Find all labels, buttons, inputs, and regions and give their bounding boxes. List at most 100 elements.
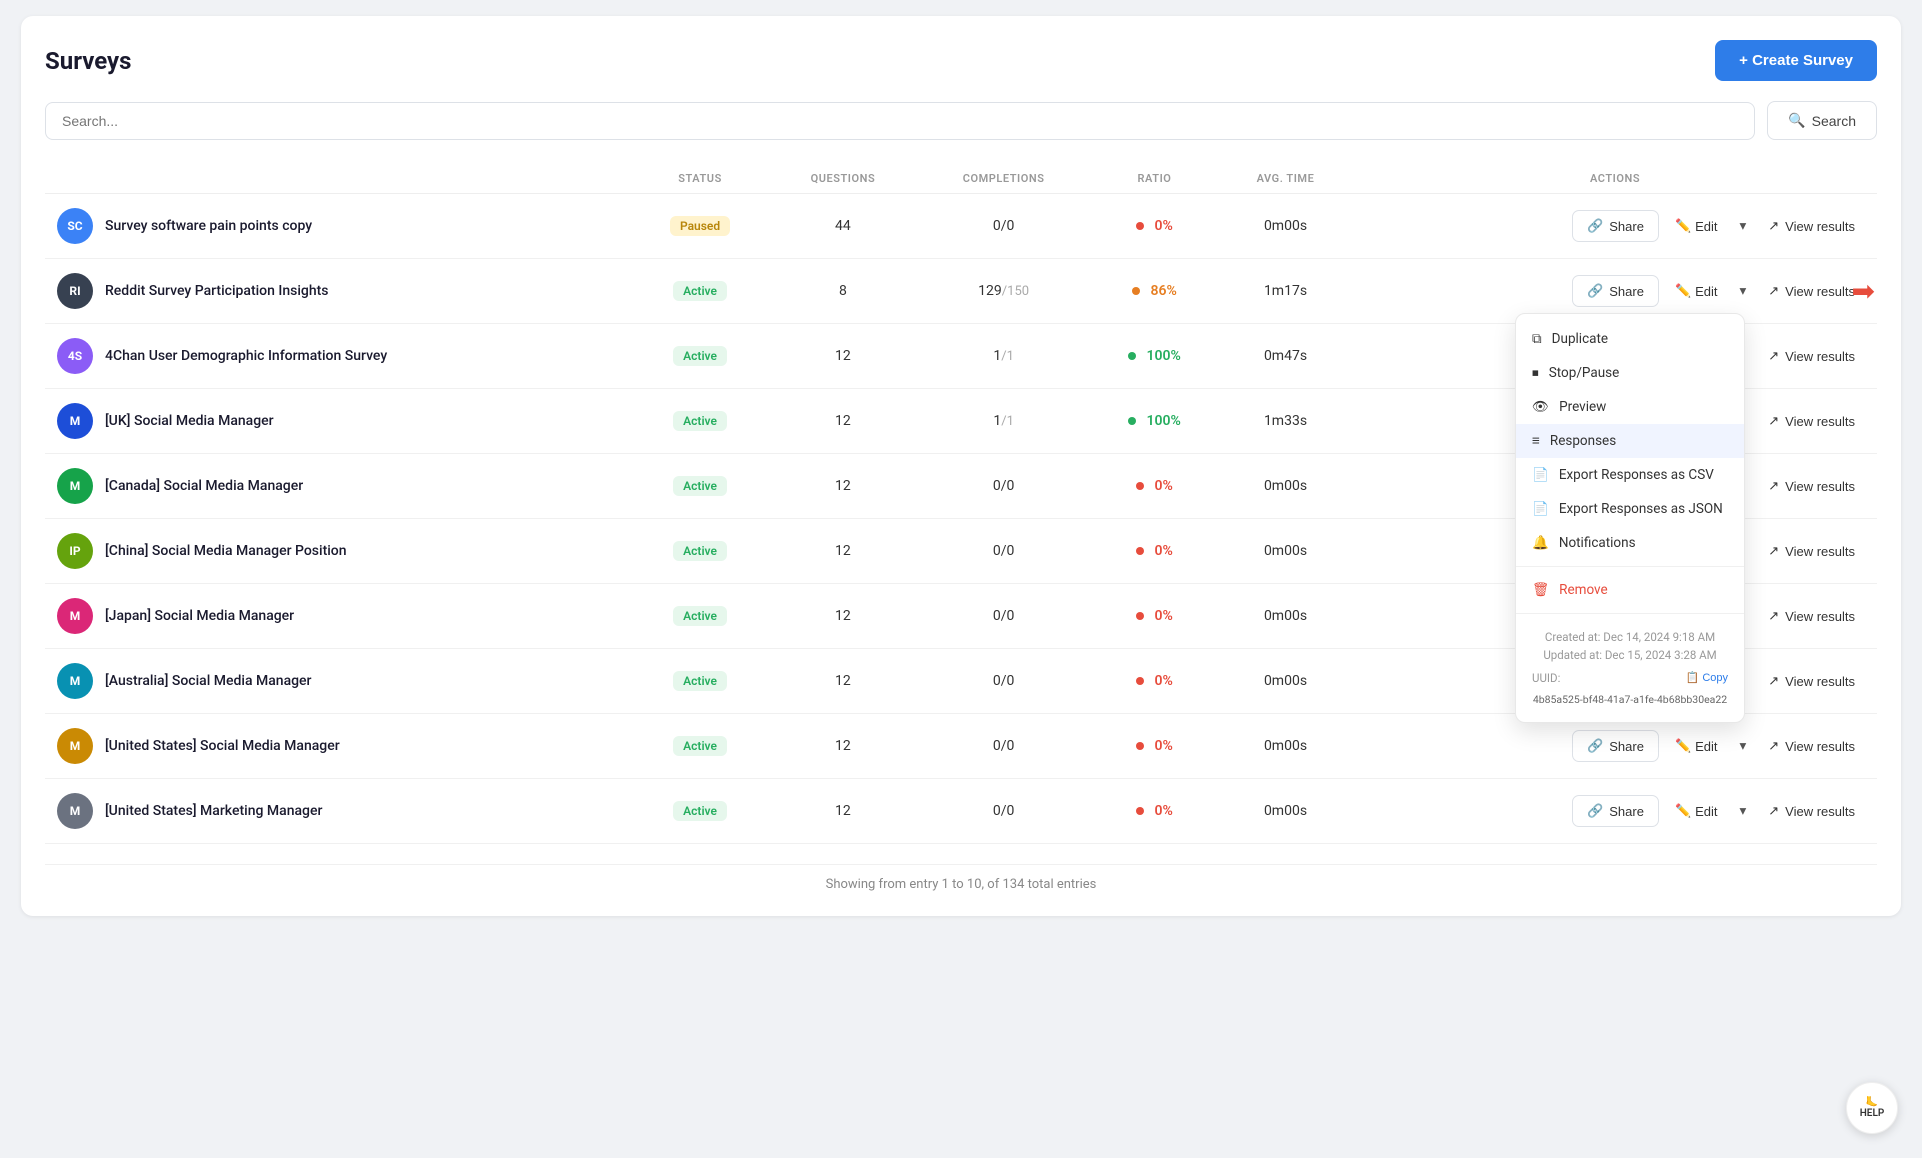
view-results-icon: ↗ — [1768, 348, 1779, 364]
ratio-cell: 0% — [1091, 714, 1218, 779]
survey-name-wrap: SC Survey software pain points copy — [57, 208, 618, 244]
col-header-completions: COMPLETIONS — [916, 164, 1091, 194]
page-header: Surveys + Create Survey — [45, 40, 1877, 81]
dropdown-item-export-responses-as-csv[interactable]: 📄 Export Responses as CSV — [1516, 458, 1744, 492]
ratio-value: 100% — [1147, 413, 1181, 429]
table-footer: Showing from entry 1 to 10, of 134 total… — [45, 864, 1877, 892]
ratio-value: 0% — [1155, 543, 1173, 559]
dropdown-item-label: Notifications — [1559, 535, 1636, 551]
share-button[interactable]: 🔗 Share — [1572, 795, 1659, 827]
ratio-dot — [1132, 287, 1140, 295]
dropdown-item-remove[interactable]: 🗑 Remove — [1516, 573, 1744, 607]
dropdown-item-responses[interactable]: ≡ Responses — [1516, 424, 1744, 458]
edit-icon: ✏️ — [1675, 803, 1691, 819]
ratio-dot — [1136, 677, 1144, 685]
view-results-button[interactable]: ↗ View results — [1758, 211, 1865, 241]
copy-uuid-button[interactable]: 📋 Copy — [1686, 671, 1728, 684]
ratio-value: 0% — [1155, 608, 1173, 624]
page-title: Surveys — [45, 47, 131, 75]
questions-cell: 12 — [770, 714, 917, 779]
ratio-cell: 86% — [1091, 259, 1218, 324]
view-results-button[interactable]: ↗ View results — [1758, 536, 1865, 566]
completions-cell: 1/1 — [916, 389, 1091, 454]
help-button[interactable]: 🦶 HELP — [1846, 1082, 1898, 1134]
survey-name: Survey software pain points copy — [105, 218, 312, 234]
view-results-button[interactable]: ↗ View results — [1758, 341, 1865, 371]
search-input[interactable] — [45, 102, 1755, 140]
view-results-button[interactable]: ↗ View results — [1758, 276, 1865, 306]
chevron-down-icon[interactable]: ▾ — [1734, 276, 1753, 306]
questions-cell: 12 — [770, 389, 917, 454]
uuid-value: 4b85a525-bf48-41a7-a1fe-4b68bb30ea22 — [1516, 693, 1744, 714]
completions-cell: 0/0 — [916, 649, 1091, 714]
edit-button[interactable]: ✏️ Edit — [1665, 211, 1728, 241]
avg-time-cell: 0m00s — [1218, 714, 1353, 779]
table-row: M [United States] Marketing Manager Acti… — [45, 779, 1877, 844]
status-badge: Active — [673, 281, 727, 301]
share-icon: 🔗 — [1587, 283, 1603, 299]
copy-icon: 📋 — [1686, 671, 1700, 684]
ratio-value: 0% — [1155, 478, 1173, 494]
search-icon: 🔍 — [1788, 112, 1805, 129]
dropdown-item-label: Responses — [1550, 433, 1616, 449]
completions-cell: 1/1 — [916, 324, 1091, 389]
dropdown-item-preview[interactable]: 👁 Preview — [1516, 390, 1744, 424]
ratio-cell: 100% — [1091, 389, 1218, 454]
avg-time-cell: 0m00s — [1218, 779, 1353, 844]
view-results-button[interactable]: ↗ View results — [1758, 471, 1865, 501]
view-results-icon: ↗ — [1768, 218, 1779, 234]
view-results-button[interactable]: ↗ View results — [1758, 601, 1865, 631]
chevron-down-icon[interactable]: ▾ — [1734, 211, 1753, 241]
share-button[interactable]: 🔗 Share — [1572, 210, 1659, 242]
status-badge: Active — [673, 411, 727, 431]
dropdown-item-export-responses-as-json[interactable]: 📄 Export Responses as JSON — [1516, 492, 1744, 526]
actions-cell: 🔗 Share ✏️ Edit ▾ ↗ View results — [1365, 210, 1865, 242]
chevron-down-icon[interactable]: ▾ — [1734, 731, 1753, 761]
questions-cell: 12 — [770, 454, 917, 519]
avg-time-cell: 0m00s — [1218, 584, 1353, 649]
completions-cell: 0/0 — [916, 194, 1091, 259]
view-results-button[interactable]: ↗ View results — [1758, 666, 1865, 696]
actions-cell: 🔗 Share ✏️ Edit ▾ ↗ View results — [1365, 730, 1865, 762]
survey-name-wrap: RI Reddit Survey Participation Insights — [57, 273, 618, 309]
actions-cell: 🔗 Share ✏️ Edit ▾ ⧉ Duplicate ⏹ Stop/Pau… — [1365, 275, 1865, 307]
view-results-button[interactable]: ↗ View results — [1758, 406, 1865, 436]
share-button[interactable]: 🔗 Share — [1572, 730, 1659, 762]
surveys-table: STATUS QUESTIONS COMPLETIONS RATIO AVG. … — [45, 164, 1877, 844]
edit-button[interactable]: ✏️ Edit — [1665, 796, 1728, 826]
edit-button[interactable]: ✏️ Edit — [1665, 276, 1728, 306]
share-button[interactable]: 🔗 Share — [1572, 275, 1659, 307]
avatar: M — [57, 598, 93, 634]
completions-cell: 0/0 — [916, 779, 1091, 844]
dropdown-item-notifications[interactable]: 🔔 Notifications — [1516, 526, 1744, 560]
dropdown-item-stop/pause[interactable]: ⏹ Stop/Pause — [1516, 356, 1744, 390]
view-results-icon: ↗ — [1768, 803, 1779, 819]
ratio-value: 86% — [1151, 283, 1177, 299]
survey-name: Reddit Survey Participation Insights — [105, 283, 329, 299]
ratio-dot — [1136, 612, 1144, 620]
dropdown-item-duplicate[interactable]: ⧉ Duplicate — [1516, 322, 1744, 356]
ratio-dot — [1136, 222, 1144, 230]
survey-name-wrap: 4S 4Chan User Demographic Information Su… — [57, 338, 618, 374]
completions-cell: 0/0 — [916, 584, 1091, 649]
dropdown-item-label: Duplicate — [1552, 331, 1608, 347]
dropdown-item-icon: ⏹ — [1532, 365, 1539, 381]
survey-name-wrap: IP [China] Social Media Manager Position — [57, 533, 618, 569]
view-results-button[interactable]: ↗ View results — [1758, 796, 1865, 826]
questions-cell: 44 — [770, 194, 917, 259]
edit-button[interactable]: ✏️ Edit — [1665, 731, 1728, 761]
search-bar: 🔍 Search — [45, 101, 1877, 140]
create-survey-button[interactable]: + Create Survey — [1715, 40, 1877, 81]
ratio-dot — [1136, 807, 1144, 815]
view-results-button[interactable]: ↗ View results — [1758, 731, 1865, 761]
updated-at: Updated at: Dec 15, 2024 3:28 AM — [1532, 646, 1728, 664]
uuid-label: UUID: — [1532, 671, 1560, 685]
completions-cell: 0/0 — [916, 454, 1091, 519]
avatar: M — [57, 728, 93, 764]
search-button[interactable]: 🔍 Search — [1767, 101, 1877, 140]
questions-cell: 12 — [770, 519, 917, 584]
status-badge: Active — [673, 476, 727, 496]
avatar: M — [57, 793, 93, 829]
survey-name: [United States] Marketing Manager — [105, 803, 322, 819]
chevron-down-icon[interactable]: ▾ — [1734, 796, 1753, 826]
